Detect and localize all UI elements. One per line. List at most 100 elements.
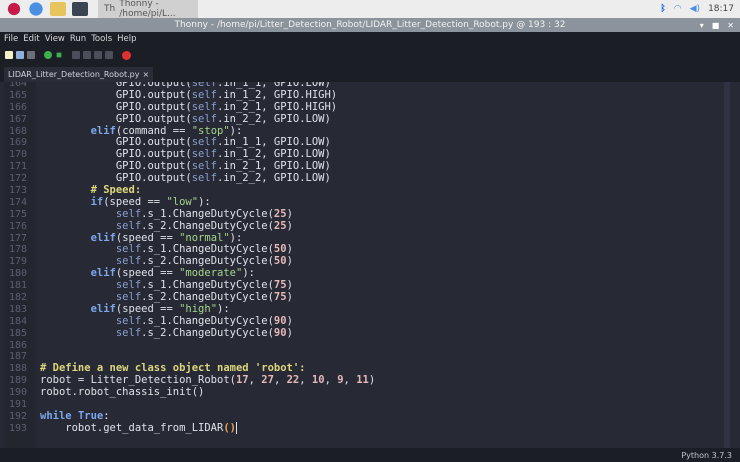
code-line: 167 GPIO.output(self.in_2_2, GPIO.LOW) (4, 113, 331, 126)
line-number: 193 (9, 422, 28, 434)
code-token: .s_2.ChangeDutyCycle( (141, 219, 274, 232)
code-token: ) (286, 255, 293, 268)
code-line: 174 if(speed == "low"): (4, 196, 211, 209)
code-token: ): (217, 302, 230, 315)
save-icon[interactable] (27, 51, 35, 59)
code-line: 191 (4, 399, 36, 411)
run-icon[interactable] (44, 51, 52, 59)
menu-bar: File Edit View Run Tools Help (0, 32, 740, 46)
line-number: 167 (9, 113, 28, 125)
window-title: Thonny - /home/pi/Litter_Detection_Robot… (174, 20, 566, 30)
code-token: elif (90, 124, 116, 137)
code-token: self (191, 100, 218, 113)
step-over-icon[interactable] (72, 51, 80, 59)
code-token: , (273, 374, 287, 387)
code-line: 180 elif(speed == "moderate"): (4, 267, 255, 280)
code-token: 90 (273, 314, 287, 327)
code-line: 185 self.s_2.ChangeDutyCycle(90) (4, 327, 293, 340)
code-token: .in_1_1, GPIO.LOW) (217, 136, 331, 149)
menu-help[interactable]: Help (117, 34, 136, 44)
menu-view[interactable]: View (45, 34, 65, 44)
step-out-icon[interactable] (94, 51, 102, 59)
web-browser-icon[interactable] (28, 2, 44, 16)
terminal-icon[interactable] (72, 2, 88, 16)
code-token: (speed == (115, 267, 180, 280)
line-number: 173 (9, 185, 28, 197)
code-token: "stop" (191, 124, 230, 137)
minimize-icon[interactable]: ▾ (700, 21, 704, 30)
code-token: self (115, 243, 142, 256)
menu-tools[interactable]: Tools (91, 34, 112, 44)
code-token: ) (286, 279, 293, 292)
code-token: elif (90, 231, 116, 244)
taskbar-window-label: Thonny - /home/pi/L... (119, 0, 176, 19)
code-token: self (115, 326, 142, 339)
volume-icon[interactable]: ◀) (690, 4, 700, 14)
taskbar-window-button[interactable]: Th Thonny - /home/pi/L... (98, 0, 198, 19)
code-token: self (191, 160, 218, 173)
code-line: 184 self.s_1.ChangeDutyCycle(90) (4, 315, 293, 328)
code-token: 27 (261, 374, 274, 387)
code-token: 90 (273, 326, 287, 339)
code-token: 75 (273, 291, 287, 304)
close-icon[interactable]: ✕ (727, 21, 734, 30)
code-token: 25 (273, 219, 287, 232)
text-cursor: ​ (235, 421, 237, 434)
code-token: self (115, 314, 142, 327)
open-file-icon[interactable] (16, 51, 24, 59)
code-line: 187 (4, 351, 36, 363)
tab-editor-file[interactable]: LIDAR_Litter_Detection_Robot.py × (4, 67, 154, 82)
interpreter-status[interactable]: Python 3.7.3 (681, 451, 732, 460)
code-token: GPIO.output( (40, 100, 192, 113)
code-token: 11 (356, 374, 369, 387)
code-token: elif (90, 302, 116, 315)
code-token: GPIO.output( (40, 88, 192, 101)
line-number: 177 (9, 232, 28, 244)
code-line: 181 self.s_1.ChangeDutyCycle(75) (4, 279, 293, 292)
line-number: 166 (9, 101, 28, 113)
code-token: ): (198, 195, 211, 208)
step-into-icon[interactable] (83, 51, 91, 59)
code-token: "high" (179, 302, 218, 315)
menu-run[interactable]: Run (70, 34, 86, 44)
vertical-scrollbar[interactable] (724, 82, 730, 448)
new-file-icon[interactable] (5, 51, 13, 59)
code-token: ): (229, 231, 243, 244)
line-number: 169 (9, 137, 28, 149)
folder-icon[interactable] (50, 2, 66, 16)
code-line: 173 # Speed: (4, 184, 141, 197)
code-token: 50 (273, 243, 287, 256)
code-token: GPIO.output( (40, 148, 192, 161)
toolbar (0, 46, 740, 64)
maximize-icon[interactable]: ■ (712, 21, 720, 30)
line-number: 176 (9, 220, 28, 232)
taskbar: Th Thonny - /home/pi/L... ᛒ ◠ ◀) 18:17 (0, 0, 740, 19)
menu-file[interactable]: File (4, 34, 18, 44)
tab-close-icon[interactable]: × (142, 70, 149, 79)
resume-icon[interactable] (105, 51, 113, 59)
code-line: 166 GPIO.output(self.in_2_1, GPIO.HIGH) (4, 101, 337, 114)
code-line: 193 robot.get_data_from_LIDAR()​ (4, 421, 237, 435)
line-number: 180 (9, 268, 28, 280)
wifi-icon[interactable]: ◠ (674, 4, 682, 14)
raspberry-icon[interactable] (6, 2, 22, 16)
code-token: , (324, 374, 338, 387)
stop-icon[interactable] (122, 50, 131, 60)
menu-edit[interactable]: Edit (23, 34, 39, 44)
tab-label: LIDAR_Litter_Detection_Robot.py (8, 70, 140, 79)
code-editor[interactable]: 164 GPIO.output(self.in_1_1, GPIO.LOW) 16… (4, 82, 730, 448)
code-token: True (77, 409, 104, 422)
code-line: 190 robot.robot_chassis_init() (4, 386, 204, 399)
bluetooth-icon[interactable]: ᛒ (660, 4, 665, 14)
code-token: ) (286, 291, 293, 304)
code-token: .s_2.ChangeDutyCycle( (141, 255, 274, 268)
code-token: ) (286, 219, 293, 232)
code-token: 25 (273, 207, 287, 220)
line-number: 170 (9, 149, 28, 161)
code-token: while (40, 409, 72, 422)
debug-icon[interactable] (56, 52, 62, 58)
